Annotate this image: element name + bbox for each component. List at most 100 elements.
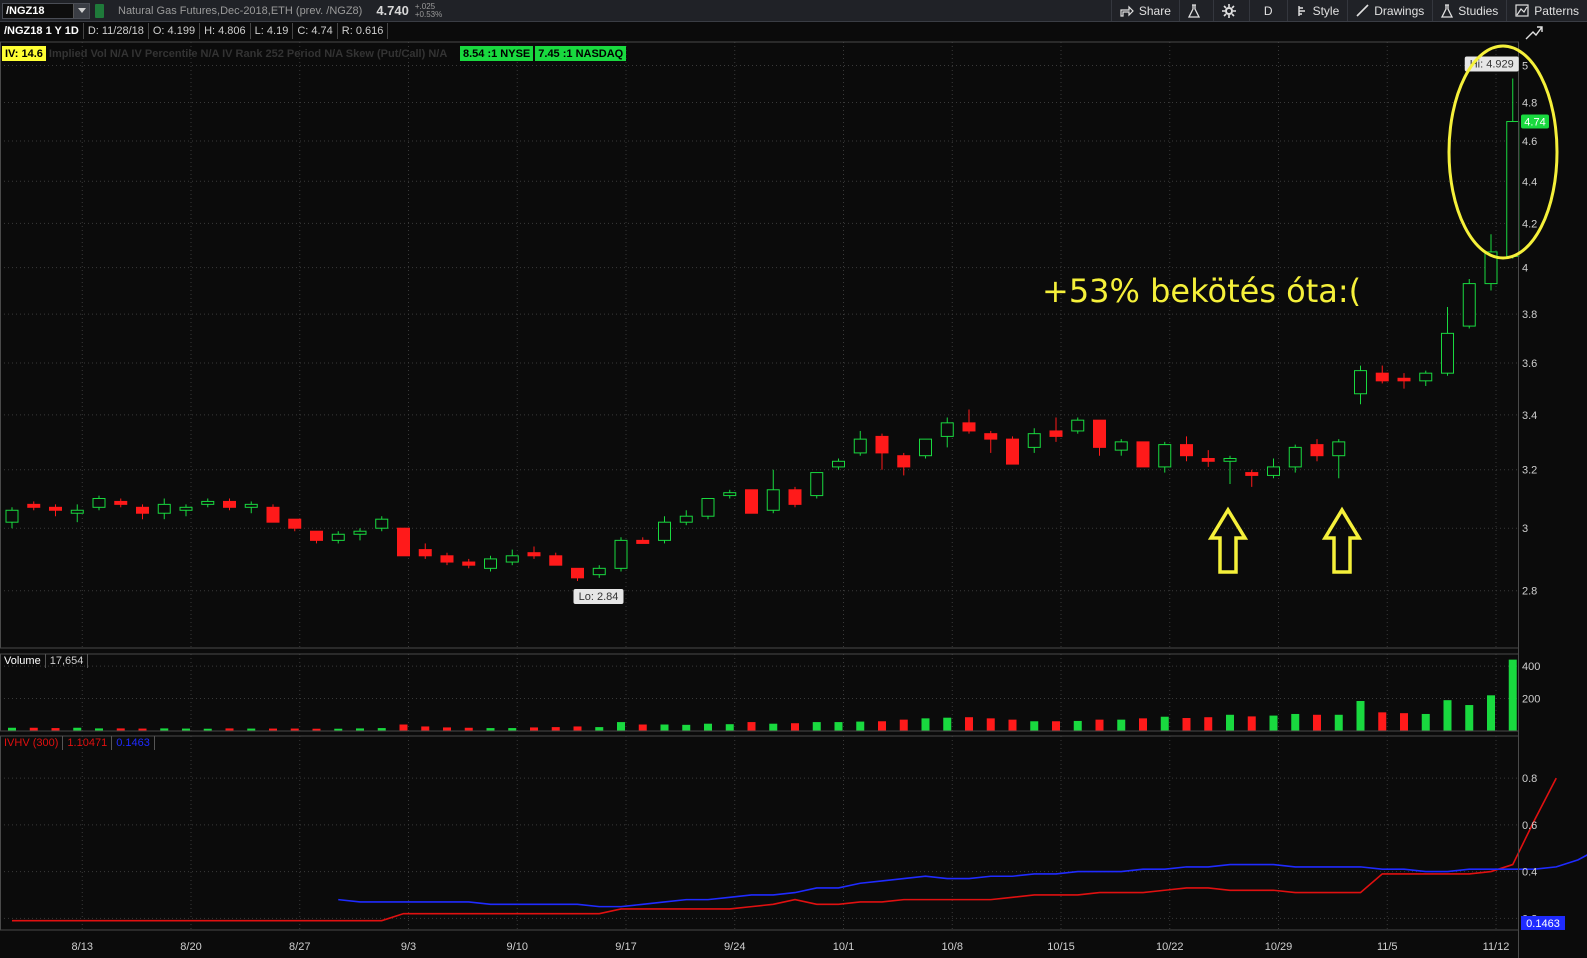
date-tick-label: 9/10 xyxy=(507,941,528,953)
candle xyxy=(1354,365,1367,405)
candle xyxy=(636,537,650,544)
lo-label: Lo: 2.84 xyxy=(579,591,619,603)
volume-bar xyxy=(791,723,799,731)
candle-body xyxy=(397,527,410,557)
price-tick-label: 2.8 xyxy=(1522,586,1537,598)
candle xyxy=(1136,441,1150,468)
ivhv-grid xyxy=(0,736,1518,930)
candle-body xyxy=(179,506,193,511)
candle-body xyxy=(701,498,715,517)
volume-bar xyxy=(769,723,778,731)
candle-body xyxy=(223,500,236,508)
ivhv-tick-label: 0.6 xyxy=(1522,820,1537,832)
volume-bar xyxy=(899,719,908,731)
candle-body xyxy=(1006,438,1019,465)
candle xyxy=(288,518,302,532)
volume-bar xyxy=(1030,721,1039,731)
candle-body xyxy=(310,530,323,541)
volume-tick-label: 200 xyxy=(1522,694,1540,706)
candle xyxy=(1180,436,1193,462)
highlight-ellipse xyxy=(1447,44,1559,260)
volume-bar xyxy=(856,721,865,731)
candle xyxy=(679,510,693,526)
candle-body xyxy=(5,509,19,523)
candle xyxy=(1419,370,1433,386)
annotation-overlays: Hi: 4.929Lo: 2.844.740.1463 xyxy=(573,44,1565,930)
volume-title: Volume xyxy=(0,654,46,668)
volume-bar xyxy=(1117,719,1126,731)
candle xyxy=(745,489,758,514)
iv-badge: IV: 14.6 xyxy=(2,46,46,61)
candle-body xyxy=(505,555,519,563)
candle xyxy=(244,501,258,514)
candle-body xyxy=(1027,433,1041,448)
candle xyxy=(484,555,497,572)
ivhv-tick-label: 0.8 xyxy=(1522,773,1537,785)
pane-border xyxy=(0,653,1519,732)
ivhv-study-label[interactable]: IVHV (300) 1.10471 0.1463 xyxy=(0,736,155,750)
candle-body xyxy=(331,533,345,541)
candle-body xyxy=(1354,370,1367,395)
volume-bar xyxy=(1356,700,1365,731)
market-breadth: 8.54 :1 NYSE 7.45 :1 NASDAQ xyxy=(460,46,628,61)
candle-body xyxy=(1158,444,1172,468)
price-tick-label: 5 xyxy=(1522,60,1528,72)
candle-body xyxy=(1071,419,1085,432)
candle-body xyxy=(984,433,998,440)
ivhv-last-tag-text: 0.1463 xyxy=(1526,918,1560,930)
price-tick-label: 3.8 xyxy=(1522,309,1537,321)
candle-body xyxy=(745,489,758,514)
volume-bar xyxy=(834,722,843,731)
volume-bar xyxy=(595,727,604,731)
candle xyxy=(962,409,976,434)
candle-body xyxy=(49,506,62,511)
volume-bar xyxy=(399,724,408,731)
candle-body xyxy=(1419,372,1433,382)
candle-body xyxy=(1375,372,1389,382)
candle-body xyxy=(1245,472,1259,476)
candle-body xyxy=(897,455,911,468)
iv-details: Implied Vol N/A IV Percentile N/A IV Ran… xyxy=(48,47,448,60)
volume-bar xyxy=(443,727,451,731)
price-tick-label: 3.2 xyxy=(1522,465,1537,477)
candle xyxy=(375,516,389,532)
volume-bar xyxy=(530,727,538,731)
price-tick-label: 3.4 xyxy=(1522,410,1537,422)
candle-body xyxy=(723,492,737,497)
candle-body xyxy=(201,500,215,505)
volume-bar xyxy=(812,722,821,731)
volume-study-label[interactable]: Volume 17,654 xyxy=(0,654,89,668)
candle-body xyxy=(940,422,954,437)
ivhv-series-line xyxy=(12,777,1557,922)
date-tick-label: 8/20 xyxy=(180,941,201,953)
price-tick-label: 4.6 xyxy=(1522,136,1537,148)
volume-bar xyxy=(1421,713,1430,731)
volume-bar xyxy=(617,722,625,731)
candle xyxy=(984,430,998,453)
candle-body xyxy=(1223,457,1237,462)
candle xyxy=(1223,455,1237,485)
date-tick-label: 11/12 xyxy=(1483,941,1510,953)
candle-body xyxy=(1267,466,1280,476)
date-tick-label: 10/8 xyxy=(942,941,963,953)
ivhv-series-line xyxy=(338,854,1587,908)
candle xyxy=(1201,450,1215,467)
candle xyxy=(940,417,954,448)
candle-body xyxy=(788,489,802,505)
candle-body xyxy=(92,498,106,508)
candle xyxy=(27,501,41,511)
chart-canvas[interactable]: 2.833.23.43.63.844.24.44.64.852004000.20… xyxy=(0,0,1587,958)
candle-body xyxy=(266,506,280,523)
price-tick-label: 3.6 xyxy=(1522,358,1537,370)
candle xyxy=(331,531,345,544)
ivhv-tick-label: 0.4 xyxy=(1522,867,1537,879)
candle-body xyxy=(636,539,650,544)
date-tick-label: 10/1 xyxy=(833,941,854,953)
candle xyxy=(614,537,628,572)
candle xyxy=(1310,439,1324,462)
candle xyxy=(1375,365,1389,384)
candle xyxy=(310,530,323,544)
candle xyxy=(810,472,824,499)
candle xyxy=(527,546,541,559)
candle xyxy=(266,504,280,523)
